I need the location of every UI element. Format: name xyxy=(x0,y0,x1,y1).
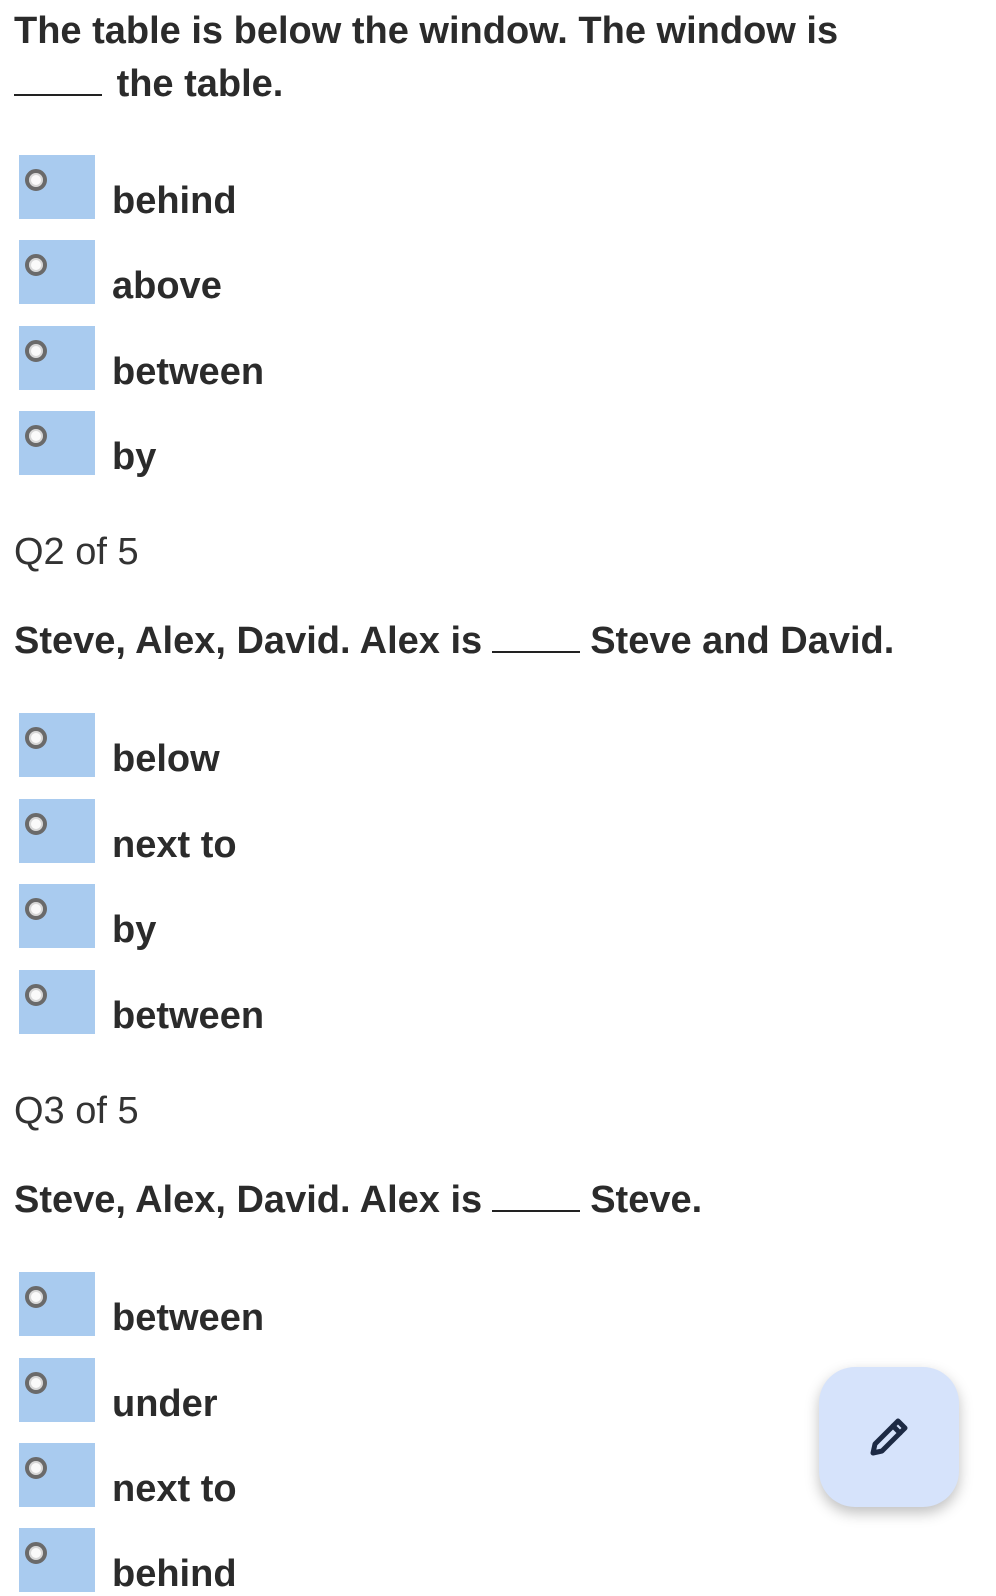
answer-blank xyxy=(492,1210,581,1212)
q1-option-2[interactable]: above xyxy=(19,240,619,307)
q3-option-1[interactable]: between xyxy=(19,1272,619,1339)
q1-option-4[interactable]: by xyxy=(19,411,619,478)
radio-circle-icon xyxy=(25,727,47,749)
q2-option-2[interactable]: next to xyxy=(19,799,619,866)
radio-circle-icon xyxy=(25,340,47,362)
radio-circle-icon xyxy=(25,813,47,835)
radio-button[interactable] xyxy=(19,155,95,219)
option-label: above xyxy=(112,265,222,307)
option-label: behind xyxy=(112,180,237,222)
q3-option-2[interactable]: under xyxy=(19,1358,619,1425)
q2-option-4[interactable]: between xyxy=(19,970,619,1037)
radio-button[interactable] xyxy=(19,1528,95,1592)
question-1-line2: the table. xyxy=(14,58,974,111)
option-label: between xyxy=(112,351,265,393)
option-label: under xyxy=(112,1383,218,1425)
q1-option-1[interactable]: behind xyxy=(19,155,619,222)
option-label: below xyxy=(112,738,220,780)
pencil-icon xyxy=(870,1418,908,1456)
radio-button[interactable] xyxy=(19,1443,95,1507)
radio-button[interactable] xyxy=(19,1272,95,1336)
radio-circle-icon xyxy=(25,1372,47,1394)
q2-option-1[interactable]: below xyxy=(19,713,619,780)
radio-button[interactable] xyxy=(19,884,95,948)
option-label: between xyxy=(112,1297,265,1339)
q3-option-4[interactable]: behind xyxy=(19,1528,619,1595)
q1-option-3[interactable]: between xyxy=(19,326,619,393)
radio-button[interactable] xyxy=(19,240,95,304)
answer-blank xyxy=(14,94,102,96)
question-1-text: The table is below the window. The windo… xyxy=(14,5,974,111)
option-label: by xyxy=(112,909,157,951)
radio-circle-icon xyxy=(25,1286,47,1308)
option-label: next to xyxy=(112,1468,237,1510)
q2-option-3[interactable]: by xyxy=(19,884,619,951)
radio-button[interactable] xyxy=(19,970,95,1034)
option-label: by xyxy=(112,436,157,478)
q3-option-3[interactable]: next to xyxy=(19,1443,619,1510)
radio-circle-icon xyxy=(25,898,47,920)
radio-button[interactable] xyxy=(19,326,95,390)
edit-fab-button[interactable] xyxy=(819,1367,959,1507)
question-2-text: Steve, Alex, David. Alex is Steve and Dav… xyxy=(14,620,895,662)
radio-button[interactable] xyxy=(19,713,95,777)
radio-button[interactable] xyxy=(19,799,95,863)
radio-circle-icon xyxy=(25,425,47,447)
question-3-header: Q3 of 5 xyxy=(14,1090,139,1132)
question-2-header: Q2 of 5 xyxy=(14,531,139,573)
radio-button[interactable] xyxy=(19,1358,95,1422)
option-label: behind xyxy=(112,1553,237,1595)
question-3-text: Steve, Alex, David. Alex is Steve. xyxy=(14,1179,703,1221)
radio-circle-icon xyxy=(25,1542,47,1564)
answer-blank xyxy=(492,651,581,653)
radio-circle-icon xyxy=(25,169,47,191)
option-label: between xyxy=(112,995,265,1037)
radio-circle-icon xyxy=(25,984,47,1006)
radio-circle-icon xyxy=(25,254,47,276)
radio-circle-icon xyxy=(25,1457,47,1479)
option-label: next to xyxy=(112,824,237,866)
question-1-line1: The table is below the window. The windo… xyxy=(14,10,839,52)
radio-button[interactable] xyxy=(19,411,95,475)
